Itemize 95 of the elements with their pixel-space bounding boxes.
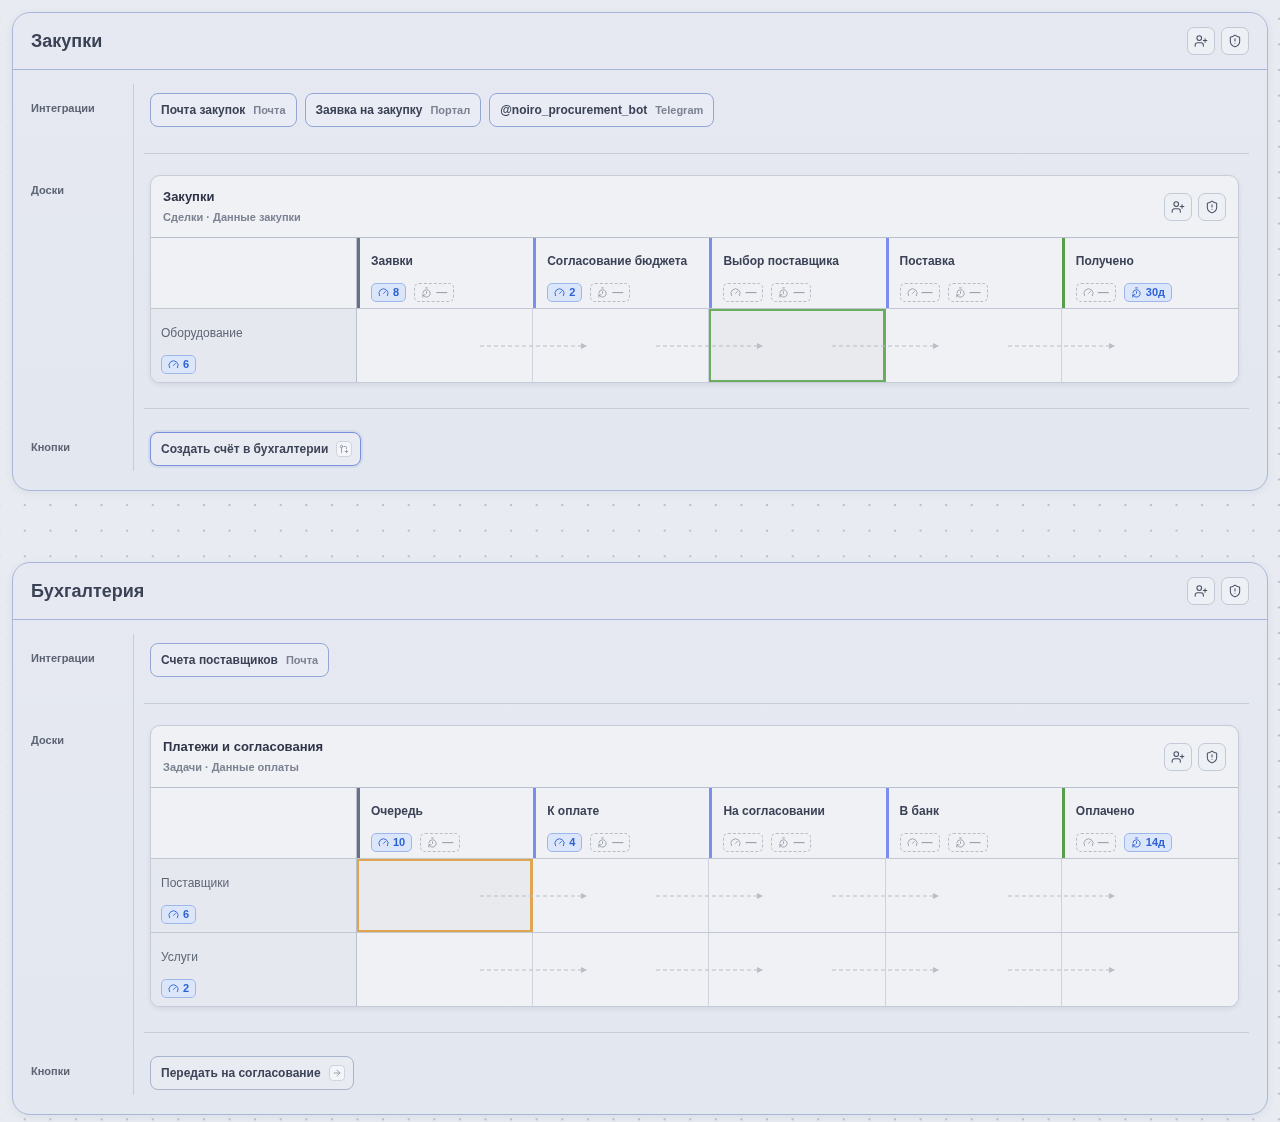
integration-chip[interactable]: @noiro_procurement_bot Telegram (489, 93, 715, 127)
lane-name: Услуги (161, 949, 198, 965)
board-subtitle: Задачи · Данные оплаты (163, 760, 300, 774)
chip-value: 10 (393, 836, 406, 849)
gauge-icon (168, 359, 179, 370)
field-label: Интеграции (31, 102, 95, 114)
stopwatch-icon (1130, 837, 1142, 848)
gauge-icon (906, 837, 918, 848)
chip-value: — (745, 286, 757, 299)
shield-button[interactable] (1221, 27, 1249, 55)
column-name: Оплачено (1075, 803, 1136, 819)
section-title: Закупки (31, 30, 103, 52)
gauge-icon (554, 287, 566, 298)
user-plus-icon (1194, 34, 1208, 48)
chip-value: — (745, 836, 757, 849)
user-plus-icon (1171, 199, 1185, 214)
shield-icon (1205, 199, 1219, 214)
column-name: Согласование бюджета (547, 253, 688, 269)
field-label: Интеграции (31, 652, 95, 664)
chip-value: 14д (1145, 836, 1165, 849)
chip-value: 8 (393, 286, 400, 299)
stopwatch-icon (778, 287, 790, 298)
shield-button[interactable] (1198, 742, 1226, 771)
field-label: Доски (31, 734, 64, 746)
action-button[interactable]: Создать счёт в бухгалтерии (150, 432, 362, 466)
column-name: Выбор поставщика (723, 253, 839, 269)
chip-value: 6 (183, 358, 190, 371)
stopwatch-icon (954, 287, 966, 298)
field-label: Доски (31, 184, 64, 196)
board-title: Закупки (163, 189, 216, 205)
gauge-icon (554, 837, 566, 848)
stopwatch-icon (597, 287, 609, 298)
chip-value: 2 (569, 286, 576, 299)
chip-value: — (436, 286, 448, 299)
column-name: К оплате (547, 803, 601, 819)
column-name: Очередь (371, 803, 424, 819)
board-subtitle: Сделки · Данные закупки (163, 210, 301, 224)
gauge-icon (730, 287, 742, 298)
add-user-button[interactable] (1164, 742, 1192, 771)
chip-value: 4 (569, 836, 576, 849)
stopwatch-icon (597, 837, 609, 848)
chip-value: — (1097, 286, 1109, 299)
chip-value: 6 (183, 908, 190, 921)
chip-value: — (921, 836, 933, 849)
lane-name: Оборудование (161, 325, 243, 341)
stopwatch-icon (954, 837, 966, 848)
chip-value: — (442, 836, 454, 849)
stopwatch-icon (1130, 287, 1142, 298)
gauge-icon (378, 287, 389, 298)
column-name: Заявки (371, 253, 414, 269)
user-plus-icon (1171, 749, 1185, 764)
field-label: Кнопки (31, 1065, 70, 1077)
section-title: Бухгалтерия (31, 580, 145, 602)
stopwatch-icon (778, 837, 790, 848)
integration-chip[interactable]: Счета поставщиков Почта (150, 643, 330, 677)
add-user-button[interactable] (1164, 192, 1192, 221)
arrow-right-icon (328, 1065, 345, 1081)
column-name: Поставка (899, 253, 956, 269)
branch-icon (336, 441, 353, 457)
gauge-icon (1082, 837, 1094, 848)
column-name: На согласовании (723, 803, 825, 819)
field-label: Кнопки (31, 441, 70, 453)
shield-button[interactable] (1221, 577, 1249, 605)
stopwatch-icon (427, 837, 439, 848)
chip-value: — (793, 286, 805, 299)
action-button[interactable]: Передать на согласование (150, 1056, 354, 1090)
integration-chip[interactable]: Заявка на закупку Портал (304, 93, 482, 127)
board-title: Платежи и согласования (163, 739, 324, 755)
shield-icon (1205, 749, 1219, 764)
shield-icon (1228, 584, 1242, 598)
shield-icon (1228, 34, 1242, 48)
integration-chip[interactable]: Почта закупок Почта (150, 93, 297, 127)
gauge-icon (1082, 287, 1094, 298)
shield-button[interactable] (1198, 192, 1226, 221)
chip-value: — (612, 836, 624, 849)
chip-value: — (921, 286, 933, 299)
column-name: Получено (1075, 253, 1135, 269)
gauge-icon (168, 909, 179, 920)
user-plus-icon (1194, 584, 1208, 598)
add-user-button[interactable] (1187, 577, 1215, 605)
lane-name: Поставщики (161, 875, 230, 891)
column-name: В банк (899, 803, 940, 819)
chip-value: 2 (183, 982, 190, 995)
gauge-icon (730, 837, 742, 848)
chip-value: — (1097, 836, 1109, 849)
gauge-icon (906, 287, 918, 298)
gauge-icon (168, 983, 179, 994)
chip-value: — (969, 286, 981, 299)
add-user-button[interactable] (1187, 27, 1215, 55)
chip-value: — (793, 836, 805, 849)
chip-value: — (969, 836, 981, 849)
gauge-icon (378, 837, 389, 848)
chip-value: — (612, 286, 624, 299)
chip-value: 30д (1145, 286, 1165, 299)
stopwatch-icon (421, 287, 433, 298)
